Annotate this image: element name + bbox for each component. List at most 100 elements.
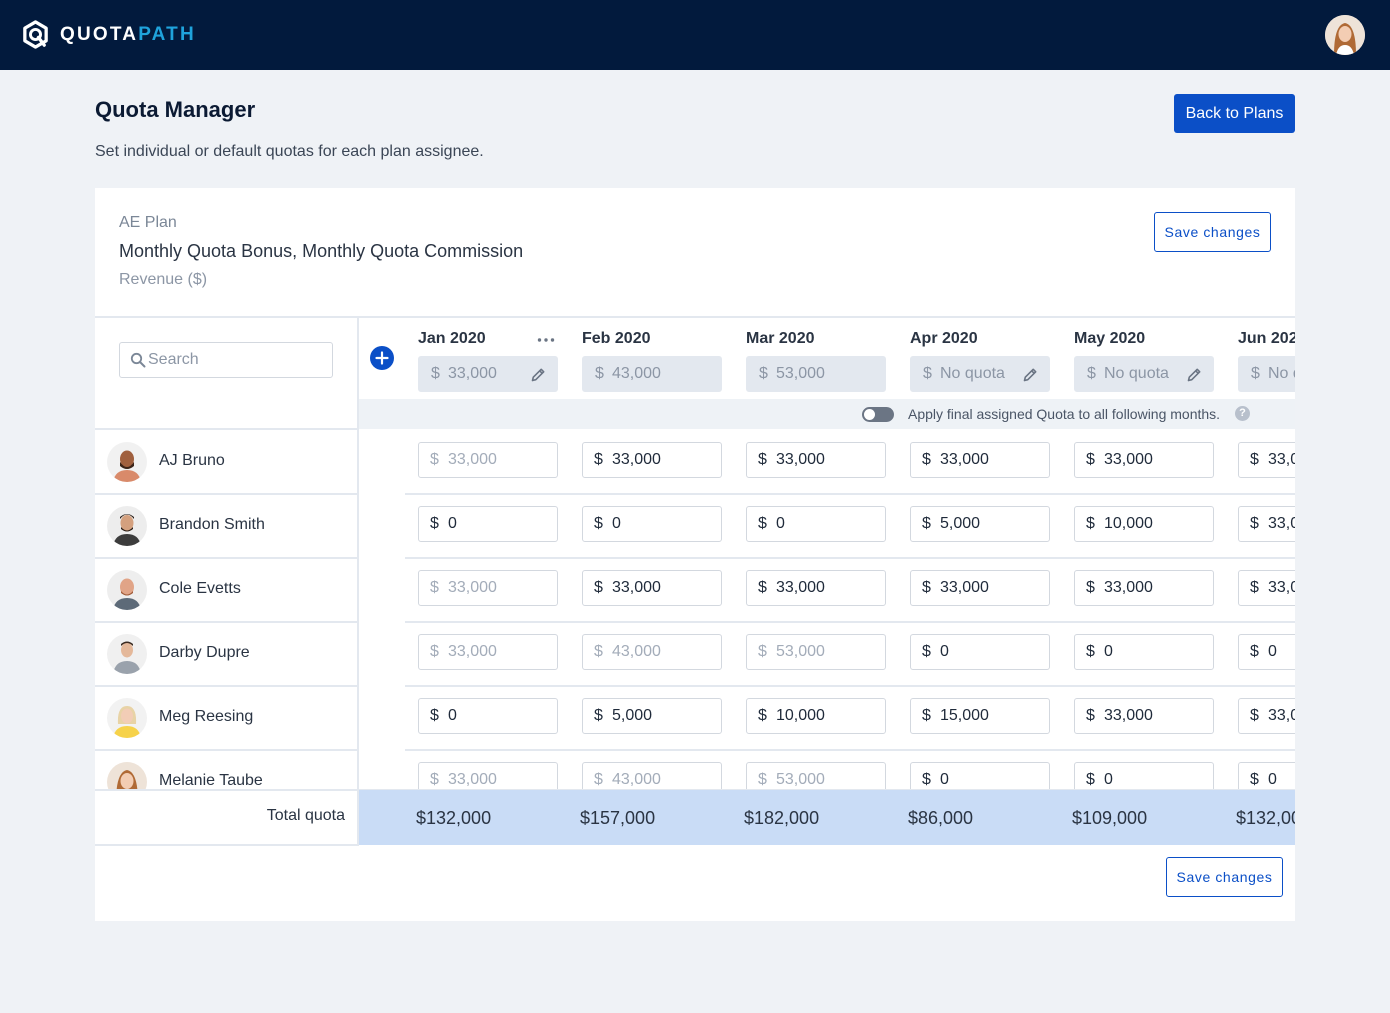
- add-assignee-button[interactable]: [370, 346, 394, 370]
- back-to-plans-button[interactable]: Back to Plans: [1174, 94, 1295, 133]
- quota-input[interactable]: $33,000: [582, 442, 722, 478]
- more-options-icon[interactable]: [537, 338, 555, 342]
- quota-input[interactable]: $10,000: [746, 698, 886, 734]
- default-quota-input[interactable]: $43,000: [582, 356, 722, 392]
- quota-input[interactable]: $0: [418, 698, 558, 734]
- assignee-avatar: [107, 442, 147, 482]
- quota-value: 15,000: [940, 707, 989, 724]
- quota-input[interactable]: $0: [582, 506, 722, 542]
- save-changes-button-top[interactable]: Save changes: [1154, 212, 1271, 252]
- assignee-name[interactable]: Melanie Taube: [159, 772, 263, 790]
- quota-value: 0: [1104, 771, 1113, 788]
- quota-value: 33,000: [776, 579, 825, 596]
- quota-input[interactable]: $0: [1074, 762, 1214, 790]
- quota-value: 33,000: [940, 579, 989, 596]
- quota-value: 33,000: [1104, 707, 1153, 724]
- row-divider: [95, 749, 357, 751]
- month-header-may-2020: May 2020: [1074, 330, 1146, 347]
- quota-input[interactable]: $33,000: [1074, 570, 1214, 606]
- currency-symbol: $: [923, 365, 932, 382]
- quota-input[interactable]: $33,000: [910, 442, 1050, 478]
- quota-input[interactable]: $33,000: [746, 570, 886, 606]
- currency-symbol: $: [758, 643, 767, 660]
- plus-icon: [375, 351, 389, 365]
- currency-symbol: $: [431, 365, 440, 382]
- quota-input[interactable]: $33,000: [910, 570, 1050, 606]
- pencil-icon[interactable]: [1186, 367, 1202, 383]
- total-quota-value: $157,000: [580, 808, 656, 828]
- assignee-name[interactable]: Cole Evetts: [159, 580, 241, 598]
- quota-input[interactable]: $0: [910, 634, 1050, 670]
- user-avatar[interactable]: [1325, 15, 1365, 55]
- quota-input[interactable]: $33,000: [582, 570, 722, 606]
- currency-symbol: $: [594, 643, 603, 660]
- quota-input[interactable]: $33,000: [1238, 570, 1295, 606]
- quota-input[interactable]: $33,000: [1238, 698, 1295, 734]
- quota-value: 0: [940, 643, 949, 660]
- quota-input[interactable]: $33,000: [418, 762, 558, 790]
- default-quota-value: No quota: [940, 365, 1005, 382]
- quota-value: 43,000: [612, 771, 661, 788]
- row-divider: [405, 493, 1295, 495]
- pencil-icon[interactable]: [1022, 367, 1038, 383]
- month-header-apr-2020: Apr 2020: [910, 330, 978, 347]
- quota-input[interactable]: $10,000: [1074, 506, 1214, 542]
- plan-metric: Revenue ($): [119, 271, 208, 288]
- quota-value: 53,000: [776, 643, 825, 660]
- default-quota-input[interactable]: $ No quota: [1238, 356, 1295, 392]
- assignee-name[interactable]: Brandon Smith: [159, 516, 265, 534]
- currency-symbol: $: [430, 771, 439, 788]
- quota-input[interactable]: $53,000: [746, 634, 886, 670]
- help-icon[interactable]: ?: [1235, 406, 1250, 421]
- search-input[interactable]: [148, 344, 328, 376]
- quota-input[interactable]: $0: [1238, 634, 1295, 670]
- quota-input[interactable]: $33,000: [418, 570, 558, 606]
- total-quota-value: $109,000: [1072, 808, 1148, 828]
- currency-symbol: $: [594, 451, 603, 468]
- quota-input[interactable]: $0: [746, 506, 886, 542]
- quota-input[interactable]: $15,000: [910, 698, 1050, 734]
- assignee-name[interactable]: Meg Reesing: [159, 708, 253, 726]
- assignee-name[interactable]: AJ Bruno: [159, 452, 225, 470]
- quota-input[interactable]: $43,000: [582, 634, 722, 670]
- quota-input[interactable]: $0: [910, 762, 1050, 790]
- quota-input[interactable]: $5,000: [582, 698, 722, 734]
- quota-input[interactable]: $0: [1074, 634, 1214, 670]
- quota-input[interactable]: $0: [1238, 762, 1295, 790]
- logo-text-quota: QUOTA: [60, 23, 139, 45]
- quota-input[interactable]: $33,000: [1238, 442, 1295, 478]
- quota-input[interactable]: $0: [418, 506, 558, 542]
- quotapath-logo[interactable]: QUOTAPATH: [20, 19, 196, 50]
- assignee-avatar: [107, 506, 147, 546]
- default-quota-input[interactable]: $ No quota: [910, 356, 1050, 392]
- currency-symbol: $: [594, 771, 603, 788]
- quota-input[interactable]: $33,000: [418, 442, 558, 478]
- divider: [95, 316, 1295, 318]
- row-divider: [95, 557, 357, 559]
- row-divider: [405, 749, 1295, 751]
- month-header-feb-2020: Feb 2020: [582, 330, 651, 347]
- search-field[interactable]: [119, 342, 333, 378]
- default-quota-input[interactable]: $ No quota: [1074, 356, 1214, 392]
- quota-input[interactable]: $33,000: [1238, 506, 1295, 542]
- default-quota-input[interactable]: $33,000: [418, 356, 558, 392]
- page-subtitle: Set individual or default quotas for eac…: [95, 143, 484, 160]
- currency-symbol: $: [922, 643, 931, 660]
- currency-symbol: $: [430, 515, 439, 532]
- quota-input[interactable]: $33,000: [1074, 442, 1214, 478]
- total-quota-value: $132,000: [1236, 808, 1295, 828]
- quota-card: AE Plan Monthly Quota Bonus, Monthly Quo…: [95, 188, 1295, 921]
- quota-input[interactable]: $33,000: [1074, 698, 1214, 734]
- default-quota-input[interactable]: $53,000: [746, 356, 886, 392]
- assignee-name[interactable]: Darby Dupre: [159, 644, 250, 662]
- quota-input[interactable]: $5,000: [910, 506, 1050, 542]
- quota-input[interactable]: $53,000: [746, 762, 886, 790]
- quota-input[interactable]: $33,000: [418, 634, 558, 670]
- save-changes-button-bottom[interactable]: Save changes: [1166, 857, 1283, 897]
- quota-input[interactable]: $43,000: [582, 762, 722, 790]
- currency-symbol: $: [922, 771, 931, 788]
- pencil-icon[interactable]: [530, 367, 546, 383]
- quota-value: 43,000: [612, 643, 661, 660]
- apply-all-toggle[interactable]: [862, 407, 894, 422]
- quota-input[interactable]: $33,000: [746, 442, 886, 478]
